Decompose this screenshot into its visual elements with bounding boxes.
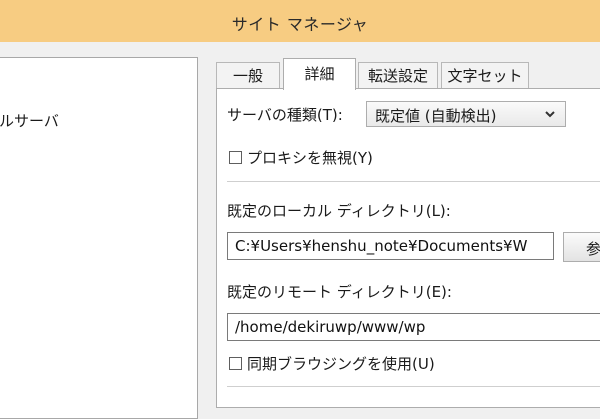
local-dir-label: 既定のローカル ディレクトリ(L): — [227, 202, 451, 220]
window-title: サイト マネージャ — [231, 15, 369, 34]
chevron-down-icon — [545, 111, 555, 118]
bypass-proxy-checkbox[interactable] — [229, 151, 242, 164]
local-dir-input[interactable]: C:¥Users¥henshu_note¥Documents¥W — [227, 232, 554, 260]
remote-dir-value: /home/dekiruwp/www/wp — [235, 318, 426, 336]
remote-dir-label: 既定のリモート ディレクトリ(E): — [227, 283, 452, 301]
title-bar[interactable]: サイト マネージャ — [0, 0, 600, 42]
server-type-select[interactable]: 既定値 (自動検出) — [366, 101, 566, 127]
bypass-proxy-label: プロキシを無視(Y) — [247, 149, 373, 167]
tab-charset[interactable]: 文字セット — [441, 62, 529, 88]
section-divider — [227, 181, 600, 182]
section-divider-bottom — [227, 386, 600, 387]
remote-dir-input[interactable]: /home/dekiruwp/www/wp — [227, 313, 600, 341]
sync-browsing-checkbox[interactable] — [229, 357, 242, 370]
local-dir-value: C:¥Users¥henshu_note¥Documents¥W — [235, 237, 528, 255]
advanced-settings-panel: サーバの種類(T): 既定値 (自動検出) プロキシを無視(Y) 既定のローカル… — [216, 88, 600, 408]
browse-button-label: 参照 — [586, 240, 600, 258]
server-type-label: サーバの種類(T): — [227, 106, 343, 124]
site-tree-panel[interactable]: ルサーバ — [0, 57, 198, 419]
tab-advanced[interactable]: 詳細 — [283, 58, 356, 90]
tab-transfer-settings[interactable]: 転送設定 — [358, 62, 438, 88]
tab-general[interactable]: 一般 — [216, 62, 280, 88]
sync-browsing-label: 同期ブラウジングを使用(U) — [247, 355, 435, 373]
server-type-value: 既定値 (自動検出) — [375, 107, 497, 125]
site-tree-item[interactable]: ルサーバ — [0, 110, 59, 131]
browse-button[interactable]: 参照 — [563, 232, 600, 262]
